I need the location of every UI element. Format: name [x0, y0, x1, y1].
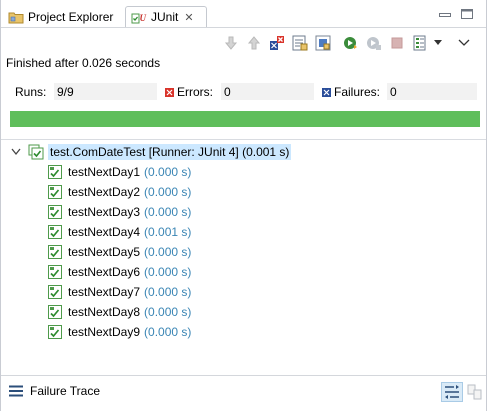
show-failures-only-icon: [270, 36, 284, 50]
rerun-test-icon: [344, 37, 357, 49]
runs-label: Runs:: [15, 85, 47, 99]
test-run-history-button[interactable]: [410, 33, 430, 53]
rerun-failed-first-button[interactable]: [364, 33, 384, 53]
test-pass-icon: [48, 265, 62, 279]
maximize-icon[interactable]: [461, 9, 473, 19]
test-case-row[interactable]: testNextDay7 (0.000 s): [47, 282, 191, 302]
previous-failure-button[interactable]: [244, 33, 264, 53]
test-case-row[interactable]: testNextDay5 (0.000 s): [47, 242, 191, 262]
test-case-name: testNextDay3: [68, 205, 141, 219]
stack-trace-icon: [9, 385, 23, 397]
test-pass-icon: [48, 185, 62, 199]
scroll-lock-button[interactable]: [290, 33, 310, 53]
test-case-time: (0.000 s): [144, 305, 192, 319]
test-case-row[interactable]: testNextDay9 (0.000 s): [47, 322, 191, 342]
junit-icon: U: [131, 9, 147, 25]
test-pass-icon: [48, 305, 62, 319]
compare-result-button[interactable]: [464, 382, 486, 402]
panel-divider: [1, 139, 486, 140]
tree-root-row[interactable]: test.ComDateTest [Runner: JUnit 4] (0.00…: [1, 142, 486, 162]
test-case-row[interactable]: testNextDay2 (0.000 s): [47, 182, 191, 202]
test-case-time: (0.001 s): [144, 225, 192, 239]
compare-icon: [467, 384, 482, 400]
show-failures-only-button[interactable]: [267, 33, 287, 53]
errors-value: 0: [221, 83, 314, 100]
view-menu-icon: [458, 39, 470, 46]
rerun-test-button[interactable]: [341, 33, 361, 53]
next-failure-button[interactable]: [221, 33, 241, 53]
filter-stack-trace-button[interactable]: [441, 382, 463, 402]
close-icon[interactable]: ✕: [184, 11, 193, 24]
test-pass-icon: [48, 225, 62, 239]
tab-junit[interactable]: U JUnit ✕: [125, 6, 207, 28]
tree-root-label: test.ComDateTest [Runner: JUnit 4] (0.00…: [48, 144, 292, 160]
sash-divider[interactable]: [1, 375, 486, 376]
test-case-row[interactable]: testNextDay6 (0.000 s): [47, 262, 191, 282]
test-suite-pass-icon: [28, 144, 44, 160]
test-run-history-icon: [413, 35, 426, 51]
test-case-time: (0.000 s): [144, 185, 192, 199]
test-case-name: testNextDay1: [68, 165, 141, 179]
errors-label: Errors:: [177, 85, 213, 99]
test-case-name: testNextDay9: [68, 325, 141, 339]
test-case-time: (0.000 s): [144, 285, 192, 299]
test-case-row[interactable]: testNextDay3 (0.000 s): [47, 202, 191, 222]
test-case-time: (0.000 s): [144, 245, 192, 259]
status-text: Finished after 0.026 seconds: [6, 56, 161, 70]
tab-bar: Project Explorer U JUnit ✕: [1, 0, 486, 28]
show-skipped-button[interactable]: [313, 33, 333, 53]
expand-chevron-icon[interactable]: [10, 146, 22, 158]
tab-divider: [1, 27, 486, 28]
test-pass-icon: [48, 205, 62, 219]
test-progress-bar: [10, 111, 480, 127]
test-case-name: testNextDay8: [68, 305, 141, 319]
failures-value: 0: [387, 83, 477, 100]
test-case-name: testNextDay2: [68, 185, 141, 199]
test-case-name: testNextDay4: [68, 225, 141, 239]
previous-failure-icon: [247, 36, 261, 50]
stop-icon: [391, 37, 403, 49]
project-explorer-icon: [8, 9, 24, 25]
tab-label: Project Explorer: [28, 10, 114, 24]
test-case-time: (0.000 s): [144, 165, 192, 179]
test-case-row[interactable]: testNextDay4 (0.001 s): [47, 222, 191, 242]
tab-label: JUnit: [151, 10, 179, 24]
test-case-name: testNextDay6: [68, 265, 141, 279]
counter-panel: Runs: 9/9 Errors: 0 Failures: 0: [10, 82, 478, 102]
stop-button[interactable]: [387, 33, 407, 53]
test-pass-icon: [48, 165, 62, 179]
failures-label: Failures:: [334, 85, 381, 99]
test-case-name: testNextDay7: [68, 285, 141, 299]
test-case-time: (0.000 s): [144, 265, 192, 279]
runs-value: 9/9: [54, 83, 157, 100]
error-icon: [165, 88, 174, 97]
scroll-lock-icon: [292, 35, 308, 51]
test-case-time: (0.000 s): [144, 205, 192, 219]
test-pass-icon: [48, 245, 62, 259]
test-case-row[interactable]: testNextDay8 (0.000 s): [47, 302, 191, 322]
svg-text:U: U: [140, 13, 147, 23]
view-menu-button[interactable]: [454, 33, 474, 53]
junit-view: Project Explorer U JUnit ✕ Finished afte…: [0, 0, 487, 411]
history-dropdown-button[interactable]: [433, 33, 443, 53]
test-case-time: (0.000 s): [144, 325, 192, 339]
minimize-icon[interactable]: [439, 9, 451, 19]
test-pass-icon: [48, 325, 62, 339]
failure-icon: [322, 88, 331, 97]
chevron-down-icon: [434, 40, 442, 45]
show-skipped-icon: [315, 35, 331, 51]
rerun-failed-first-icon: [367, 37, 381, 50]
failure-trace-label: Failure Trace: [30, 384, 101, 398]
test-pass-icon: [48, 285, 62, 299]
filter-stack-icon: [445, 385, 459, 399]
test-case-row[interactable]: testNextDay1 (0.000 s): [47, 162, 191, 182]
next-failure-icon: [224, 36, 238, 50]
tab-project-explorer[interactable]: Project Explorer: [3, 6, 125, 28]
failure-trace-header: Failure Trace: [9, 384, 100, 398]
junit-toolbar: [221, 33, 477, 53]
test-case-name: testNextDay5: [68, 245, 141, 259]
